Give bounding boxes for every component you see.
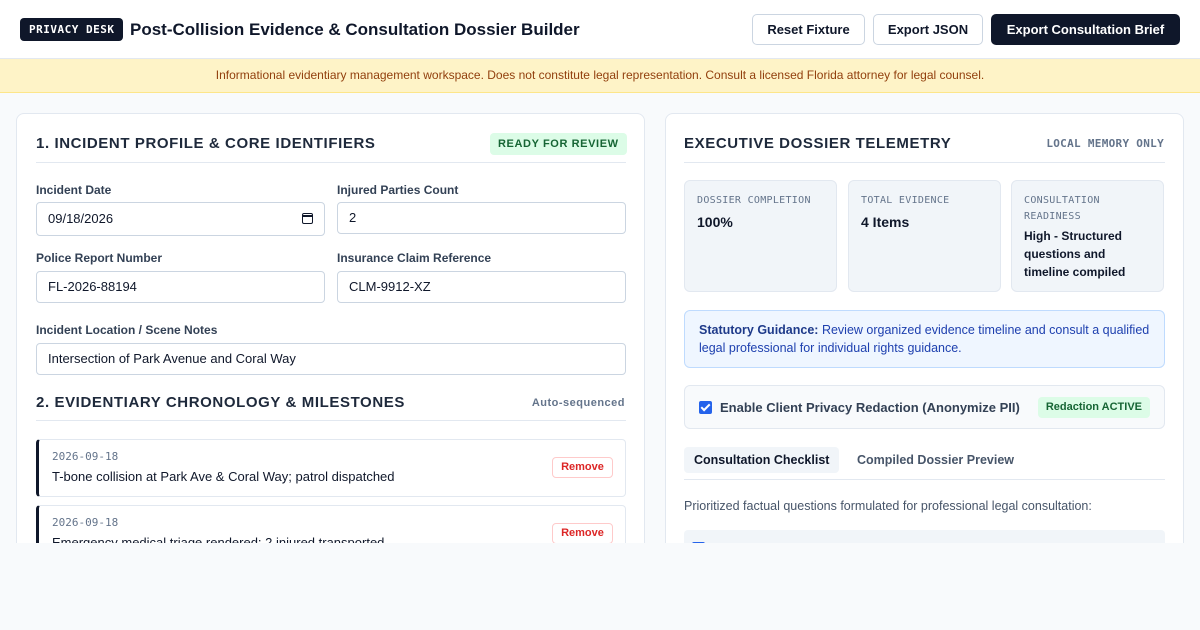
redaction-label: Enable Client Privacy Redaction (Anonymi… <box>720 400 1020 415</box>
app-title: Post-Collision Evidence & Consultation D… <box>130 20 580 39</box>
section-divider <box>36 420 626 421</box>
police-report-input[interactable]: FL-2026-88194 <box>36 271 325 303</box>
redaction-checkbox[interactable] <box>699 401 712 414</box>
remove-timeline-item-button[interactable]: Remove <box>552 457 613 478</box>
metric-card-completion: DOSSIER COMPLETION 100% <box>684 180 837 292</box>
guidance-label: Statutory Guidance: <box>699 323 819 337</box>
metric-card-evidence: TOTAL EVIDENCE 4 Items <box>848 180 1001 292</box>
timeline-item: 2026-09-18 T-bone collision at Park Ave … <box>36 439 626 497</box>
metric-value: High - Structured questions and timeline… <box>1024 229 1126 279</box>
incident-section-title: 1. INCIDENT PROFILE & CORE IDENTIFIERS <box>36 135 376 152</box>
section-divider <box>36 162 626 163</box>
section-divider <box>684 162 1165 163</box>
injured-count-value: 2 <box>349 210 357 225</box>
reset-fixture-button[interactable]: Reset Fixture <box>752 14 865 45</box>
location-value: Intersection of Park Avenue and Coral Wa… <box>48 351 296 366</box>
remove-timeline-item-button[interactable]: Remove <box>552 523 613 544</box>
metric-value: 100% <box>697 214 733 230</box>
export-json-button[interactable]: Export JSON <box>873 14 983 45</box>
police-report-value: FL-2026-88194 <box>48 279 137 294</box>
telemetry-panel: EXECUTIVE DOSSIER TELEMETRY LOCAL MEMORY… <box>665 113 1184 553</box>
legal-disclaimer-banner: Informational evidentiary management wor… <box>0 59 1200 93</box>
metric-card-readiness: CONSULTATION READINESS High - Structured… <box>1011 180 1164 292</box>
tab-consultation-checklist[interactable]: Consultation Checklist <box>684 447 840 473</box>
statutory-guidance-box: Statutory Guidance: Review organized evi… <box>684 310 1165 368</box>
auto-sequenced-label: Auto-sequenced <box>531 397 625 409</box>
timeline-date: 2026-09-18 <box>52 516 119 529</box>
local-memory-note: LOCAL MEMORY ONLY <box>1046 137 1164 150</box>
timeline-description: T-bone collision at Park Ave & Coral Way… <box>52 469 395 484</box>
chronology-section-title: 2. EVIDENTIARY CHRONOLOGY & MILESTONES <box>36 394 405 411</box>
calendar-icon[interactable] <box>301 213 313 224</box>
incident-panel: 1. INCIDENT PROFILE & CORE IDENTIFIERS R… <box>16 113 645 553</box>
metric-value: 4 Items <box>861 214 910 230</box>
telemetry-section-title: EXECUTIVE DOSSIER TELEMETRY <box>684 135 952 152</box>
insurance-claim-input[interactable]: CLM-9912-XZ <box>337 271 626 303</box>
privacy-redaction-row: Enable Client Privacy Redaction (Anonymi… <box>684 385 1165 429</box>
redaction-active-badge: Redaction ACTIVE <box>1037 397 1150 418</box>
injured-count-label: Injured Parties Count <box>337 183 459 197</box>
export-consultation-brief-button[interactable]: Export Consultation Brief <box>991 14 1180 45</box>
ready-for-review-badge: READY FOR REVIEW <box>490 133 627 155</box>
location-input[interactable]: Intersection of Park Avenue and Coral Wa… <box>36 343 626 375</box>
tab-compiled-dossier-preview[interactable]: Compiled Dossier Preview <box>847 447 1024 473</box>
incident-date-value: 09/18/2026 <box>48 211 114 226</box>
police-report-label: Police Report Number <box>36 251 163 265</box>
metric-label: TOTAL EVIDENCE <box>861 195 950 206</box>
tab-divider <box>684 479 1165 480</box>
location-label: Incident Location / Scene Notes <box>36 323 218 337</box>
metric-label: DOSSIER COMPLETION <box>697 195 811 206</box>
checklist-intro: Prioritized factual questions formulated… <box>684 499 1092 513</box>
incident-date-input[interactable]: 09/18/2026 <box>36 202 325 236</box>
app-header: PRIVACY DESK Post-Collision Evidence & C… <box>0 0 1200 59</box>
metric-label: CONSULTATION READINESS <box>1024 195 1100 222</box>
injured-count-input[interactable]: 2 <box>337 202 626 234</box>
insurance-claim-value: CLM-9912-XZ <box>349 279 431 294</box>
incident-date-label: Incident Date <box>36 183 112 197</box>
page-background <box>0 543 1200 630</box>
timeline-date: 2026-09-18 <box>52 450 119 463</box>
privacy-desk-badge: PRIVACY DESK <box>20 18 124 41</box>
insurance-claim-label: Insurance Claim Reference <box>337 251 492 265</box>
